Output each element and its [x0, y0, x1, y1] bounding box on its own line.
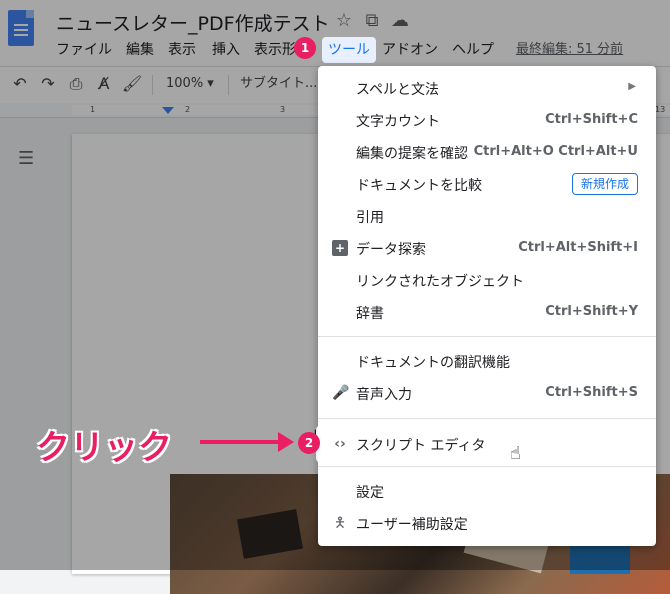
menu-item-shortcut: Ctrl+Shift+Y — [545, 304, 638, 319]
tools-menu: スペルと文法 ▶ 文字カウント Ctrl+Shift+C 編集の提案を確認 Ct… — [318, 66, 656, 546]
google-docs-window: ニュースレター_PDF作成テスト ☆⧉☁ ファイル 編集 表示 挿入 表示形 ツ… — [0, 0, 670, 594]
menu-item-explore[interactable]: + データ探索 Ctrl+Alt+Shift+I — [318, 233, 656, 263]
menu-item-label: 文字カウント — [356, 114, 440, 130]
menu-item-label: 音声入力 — [356, 387, 412, 403]
menu-item-translate[interactable]: ドキュメントの翻訳機能 — [318, 346, 656, 376]
menu-item-label: ユーザー補助設定 — [356, 517, 468, 533]
menu-item-label: リンクされたオブジェクト — [356, 274, 524, 290]
menu-item-label: ドキュメントを比較 — [356, 178, 482, 194]
menu-tools-highlight[interactable]: ツール — [322, 37, 376, 63]
menu-item-label: スクリプト エディタ — [356, 438, 486, 454]
menu-item-label: 設定 — [356, 485, 384, 501]
menu-item-script-editor[interactable]: ‹› スクリプト エディタ ☝ — [318, 427, 656, 464]
menu-divider — [318, 466, 656, 467]
annotation-arrow-head — [278, 432, 294, 452]
menu-item-shortcut: Ctrl+Alt+Shift+I — [518, 240, 638, 255]
menu-item-label: スペルと文法 — [356, 82, 440, 98]
menu-item-label: 編集の提案を確認 — [356, 146, 468, 162]
annotation-arrow — [200, 440, 282, 444]
plus-box-icon: + — [332, 240, 348, 256]
menu-item-voice-typing[interactable]: 🎤 音声入力 Ctrl+Shift+S — [318, 378, 656, 408]
step-badge-1: 1 — [294, 37, 316, 59]
accessibility-icon: 🯅 — [333, 515, 347, 531]
menu-item-word-count[interactable]: 文字カウント Ctrl+Shift+C — [318, 105, 656, 135]
menu-item-spelling[interactable]: スペルと文法 ▶ — [318, 73, 656, 103]
menu-divider — [318, 336, 656, 337]
microphone-icon: 🎤 — [332, 385, 350, 401]
menu-item-settings[interactable]: 設定 — [318, 476, 656, 506]
menu-item-shortcut: Ctrl+Shift+C — [545, 112, 638, 127]
menu-item-label: データ探索 — [356, 242, 426, 258]
new-badge: 新規作成 — [571, 173, 638, 195]
menu-item-citations[interactable]: 引用 — [318, 201, 656, 231]
menu-divider — [318, 418, 656, 419]
menu-item-linked-objects[interactable]: リンクされたオブジェクト — [318, 265, 656, 295]
step-badge-2: 2 — [298, 432, 320, 454]
menu-item-accessibility[interactable]: 🯅 ユーザー補助設定 — [318, 508, 656, 538]
click-annotation: クリック — [36, 428, 172, 468]
code-icon: ‹› — [334, 436, 346, 452]
menu-item-dictionary[interactable]: 辞書 Ctrl+Shift+Y — [318, 297, 656, 327]
menu-item-review-suggestions[interactable]: 編集の提案を確認 Ctrl+Alt+O Ctrl+Alt+U — [318, 137, 656, 167]
menu-item-shortcut: Ctrl+Shift+S — [545, 385, 638, 400]
menu-item-label: ドキュメントの翻訳機能 — [356, 355, 510, 371]
menu-item-compare-documents[interactable]: ドキュメントを比較 新規作成 — [318, 169, 656, 199]
hand-cursor-icon: ☝ — [510, 443, 521, 464]
script-editor-row: ‹› スクリプト エディタ ☝ — [318, 429, 656, 464]
menu-item-label: 引用 — [356, 210, 384, 226]
submenu-arrow-icon: ▶ — [628, 81, 636, 92]
menu-item-shortcut: Ctrl+Alt+O Ctrl+Alt+U — [473, 144, 638, 159]
menu-item-label: 辞書 — [356, 306, 384, 322]
